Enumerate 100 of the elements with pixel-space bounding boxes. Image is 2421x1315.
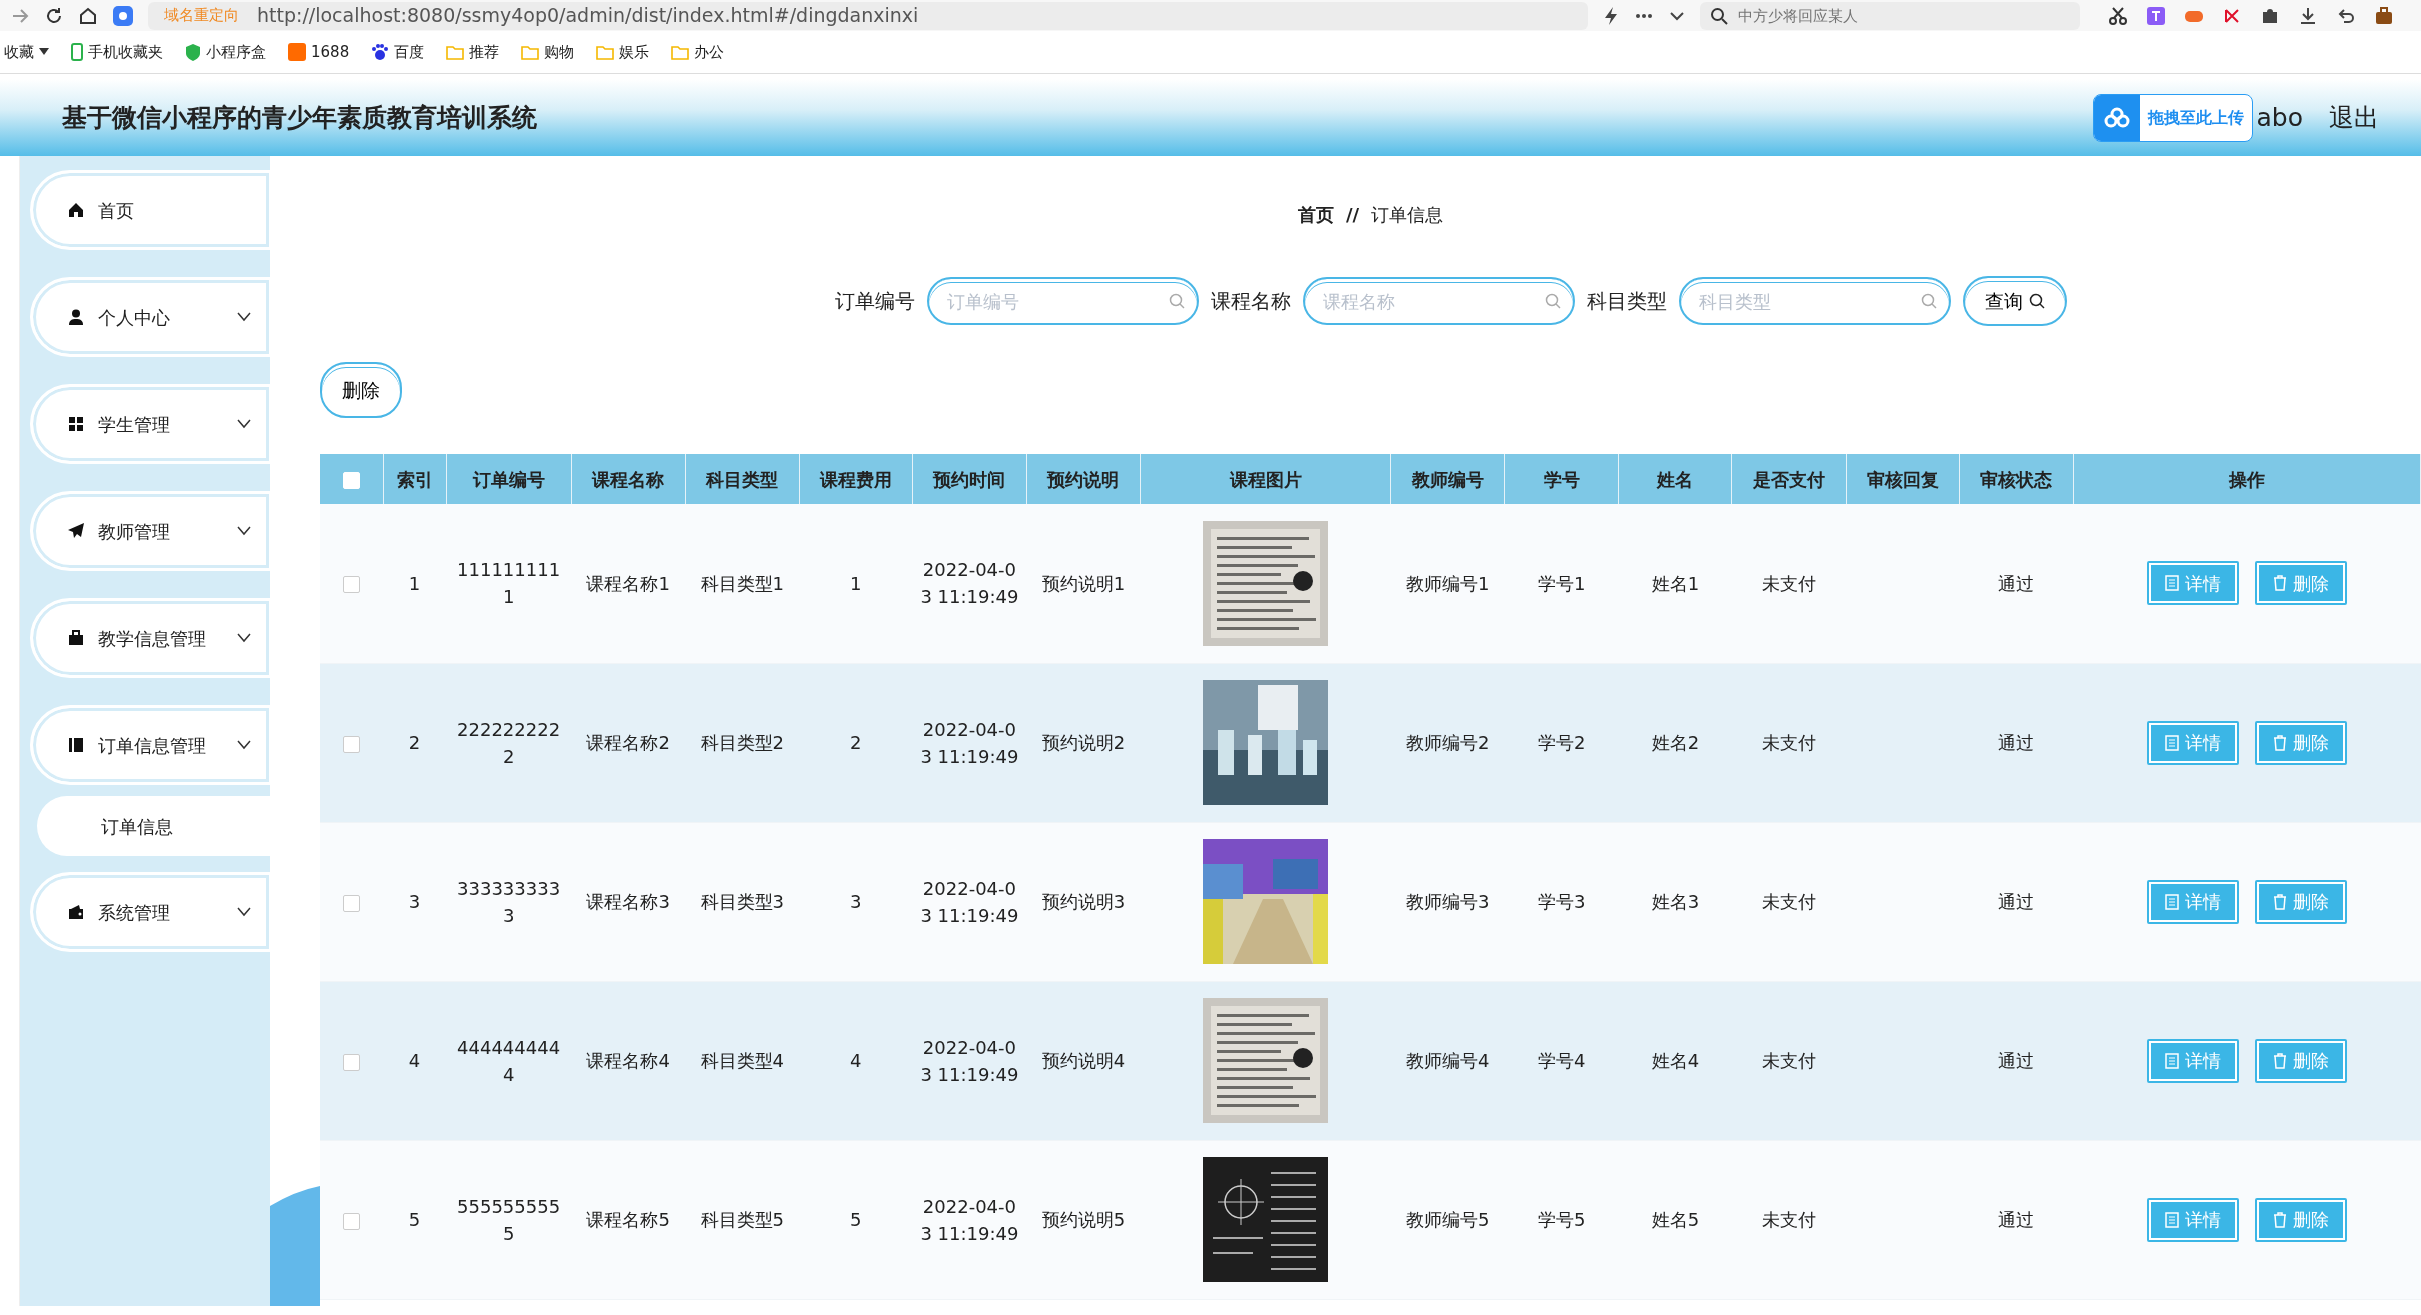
upload-label: 拖拽至此上传	[2146, 106, 2245, 129]
table-cell: 学号3	[1538, 891, 1586, 912]
table-cell: 未支付	[1761, 572, 1816, 594]
table-cell: 教师编号2	[1406, 732, 1490, 753]
logout-link[interactable]: 退出	[2329, 98, 2379, 137]
table-cell: 课程名称3	[586, 891, 670, 912]
table-cell: 科目类型4	[700, 1050, 784, 1071]
table-cell: 姓名1	[1651, 572, 1700, 594]
bookmark-link[interactable]: 办公	[694, 40, 725, 64]
column-header: 审核回复	[1846, 454, 1960, 504]
search-field[interactable]: 科目类型	[1678, 277, 1951, 325]
table-cell: 3333333333	[457, 877, 561, 926]
table-cell: 科目类型2	[700, 732, 784, 753]
table-cell: 通过	[1998, 572, 2035, 594]
table-cell: 预约说明1	[1041, 572, 1126, 594]
table-cell: 姓名3	[1651, 891, 1700, 912]
table-cell: 未支付	[1761, 1050, 1816, 1071]
breadcrumb-current: 订单信息	[1371, 203, 1444, 227]
table-cell: 2	[408, 732, 421, 753]
table-cell: 2022-04-03 11:19:49	[920, 559, 1019, 608]
bookmark-link[interactable]: 1688	[311, 40, 350, 64]
delete-button[interactable]: 删除	[320, 362, 402, 418]
bookmark-link[interactable]: 购物	[544, 40, 575, 64]
table-cell: 科目类型5	[700, 1209, 784, 1230]
table-cell: 教师编号1	[1406, 572, 1490, 594]
column-header: 订单编号	[446, 454, 572, 504]
table-cell: 通过	[1998, 1050, 2035, 1071]
url-text: http://localhost:8080/ssmy4op0/admin/dist/index.html#/dingdanxinxi	[257, 3, 919, 29]
table-cell: 预约说明4	[1041, 1050, 1126, 1071]
menu-item[interactable]: 订单信息管理	[30, 705, 272, 785]
column-header: 学号	[1504, 454, 1619, 504]
search-field[interactable]: 课程名称	[1302, 277, 1575, 325]
table-cell: 姓名5	[1651, 1209, 1700, 1230]
table-cell: 2022-04-03 11:19:49	[920, 1036, 1019, 1085]
table-cell: 1	[408, 572, 421, 594]
table-cell: 通过	[1998, 891, 2035, 912]
redirect-label: 域名重定向	[164, 5, 239, 27]
column-header: 预约说明	[1026, 454, 1141, 504]
table-cell: 未支付	[1761, 732, 1816, 753]
table-cell: 教师编号5	[1406, 1209, 1490, 1230]
query-button[interactable]: 查询	[1962, 276, 2067, 326]
bookmark-link[interactable]: 推荐	[469, 40, 500, 64]
field-label: 科目类型	[1586, 288, 1667, 315]
search-field[interactable]: 订单编号	[926, 277, 1199, 325]
table-cell: 2022-04-03 11:19:49	[920, 718, 1019, 767]
bookmark-link[interactable]: 手机收藏夹	[88, 40, 163, 64]
breadcrumb-separator: //	[1345, 203, 1360, 227]
submenu-item[interactable]: 订单信息	[37, 796, 270, 856]
bookmark-link[interactable]: 收藏	[4, 40, 34, 64]
table-cell: 科目类型1	[700, 572, 784, 594]
column-header: 教师编号	[1390, 454, 1505, 504]
table-cell: 通过	[1998, 732, 2035, 753]
menu-item[interactable]: 个人中心	[30, 277, 272, 357]
column-header: 姓名	[1618, 454, 1732, 504]
table-cell: 课程名称2	[586, 732, 670, 753]
table-cell: 5	[408, 1209, 421, 1230]
column-header: 科目类型	[685, 454, 800, 504]
table-cell: 学号2	[1538, 732, 1586, 753]
menu-item[interactable]: 系统管理	[30, 872, 272, 952]
table-cell: 4444444444	[457, 1036, 561, 1085]
search-field[interactable]: 中方少将回应某人	[1700, 1, 2080, 30]
column-header: 课程名称	[571, 454, 686, 504]
column-header: 预约时间	[912, 454, 1027, 504]
menu-item[interactable]: 教学信息管理	[30, 598, 272, 678]
table-cell: 2222222222	[457, 718, 561, 767]
table-cell: 5555555555	[457, 1195, 561, 1244]
table-cell: 预约说明2	[1041, 732, 1126, 753]
table-cell: 预约说明3	[1041, 891, 1126, 912]
app-title: 基于微信小程序的青少年素质教育培训系统	[62, 101, 538, 134]
menu-item[interactable]: 学生管理	[30, 384, 272, 464]
column-header: 索引	[383, 454, 447, 504]
table-cell: 学号4	[1538, 1050, 1586, 1071]
table-cell: 未支付	[1761, 1209, 1816, 1230]
menu-item[interactable]: 首页	[30, 170, 272, 250]
table-cell: 教师编号4	[1406, 1050, 1490, 1071]
table-cell: 姓名4	[1651, 1050, 1700, 1071]
table-cell: 预约说明5	[1041, 1209, 1126, 1230]
table-cell: 姓名2	[1651, 732, 1700, 753]
column-header: 课程费用	[799, 454, 913, 504]
breadcrumb-link[interactable]: 首页	[1297, 201, 1334, 228]
table-cell: 5	[850, 1209, 862, 1230]
table-cell: 3	[408, 891, 421, 912]
table-cell: 课程名称5	[586, 1209, 670, 1230]
bookmark-link[interactable]: 小程序盒	[206, 40, 266, 64]
table-cell: 3	[850, 891, 862, 912]
column-header: 审核状态	[1959, 454, 2074, 504]
menu-item[interactable]: 教师管理	[30, 491, 272, 571]
bookmark-link[interactable]: 百度	[394, 40, 425, 64]
table-cell: 2022-04-03 11:19:49	[920, 1195, 1019, 1244]
field-label: 课程名称	[1210, 288, 1291, 315]
table-cell: 1111111111	[457, 559, 561, 608]
table-cell: 通过	[1998, 1209, 2035, 1230]
address-bar[interactable]: 域名重定向 http://localhost:8080/ssmy4op0/admin/dist/index.html#/dingdanxinxi	[148, 1, 1588, 30]
table-cell: 科目类型3	[700, 891, 784, 912]
table-cell: 学号5	[1538, 1209, 1586, 1230]
column-header: 操作	[2073, 454, 2421, 504]
table-cell: 2022-04-03 11:19:49	[920, 877, 1019, 926]
table-cell: 2	[850, 732, 862, 753]
table-cell: 学号1	[1538, 572, 1586, 594]
bookmark-link[interactable]: 娱乐	[619, 40, 650, 64]
